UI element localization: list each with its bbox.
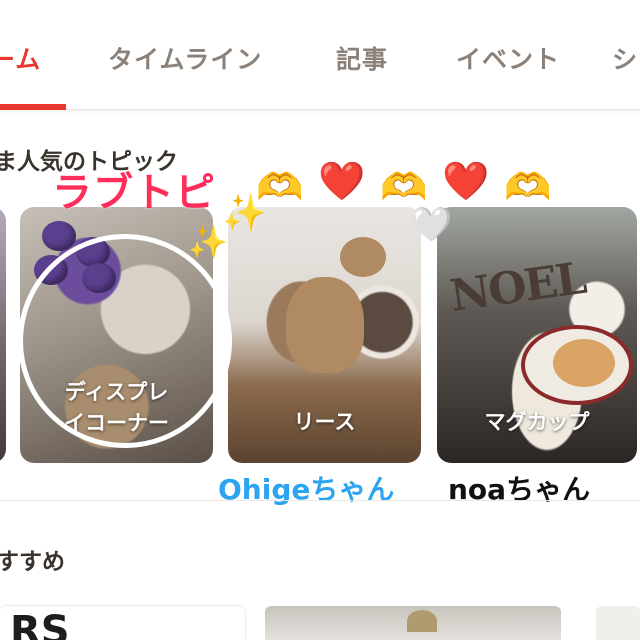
topic-card-label: リース <box>293 410 356 434</box>
red-heart-icon: ❤️ <box>318 159 366 203</box>
user-caption-noa: noaちゃん <box>448 473 591 506</box>
heart-hands-icon: 🫶 <box>504 165 552 209</box>
tab-home[interactable]: ーム <box>0 40 41 76</box>
topic-card-mug[interactable]: マグカップ <box>437 207 637 463</box>
pastry-image <box>553 339 615 387</box>
recommended-card[interactable] <box>265 606 561 640</box>
heart-hands-icon: 🫶 <box>380 165 428 209</box>
tab-events[interactable]: イベント <box>456 40 560 76</box>
white-hearts-icon: 🤍 <box>410 205 453 245</box>
bear-decoration-image <box>286 277 364 373</box>
section-divider <box>0 500 640 501</box>
user-caption-ohige: Ohigeちゃん <box>218 473 395 506</box>
sparkles-icon: ✨ <box>188 223 228 261</box>
love-topic-sticker-text: ラブトピ <box>52 170 216 216</box>
lamp-image <box>407 610 437 632</box>
recommended-card[interactable]: RS <box>0 606 245 640</box>
topic-card-partial[interactable] <box>0 207 6 463</box>
red-heart-icon: ❤️ <box>442 159 490 203</box>
recommended-card-partial[interactable] <box>596 606 640 640</box>
tab-timeline[interactable]: タイムライン <box>108 40 262 76</box>
bear-head-image <box>340 237 386 277</box>
tab-shop[interactable]: シ <box>612 40 638 76</box>
tab-bar: ーム タイムライン 記事 イベント シ <box>0 0 640 110</box>
topic-card-wreath[interactable]: リース <box>228 207 421 463</box>
tab-articles[interactable]: 記事 <box>336 40 388 76</box>
recommended-card-text: RS <box>10 608 70 640</box>
sparkles-icon: ✨ <box>222 193 267 234</box>
recommended-title: すすめ <box>0 549 65 575</box>
highlight-circle <box>18 234 232 448</box>
flower-image <box>42 221 76 251</box>
active-tab-indicator <box>0 104 66 110</box>
topic-card-label: マグカップ <box>484 410 590 434</box>
